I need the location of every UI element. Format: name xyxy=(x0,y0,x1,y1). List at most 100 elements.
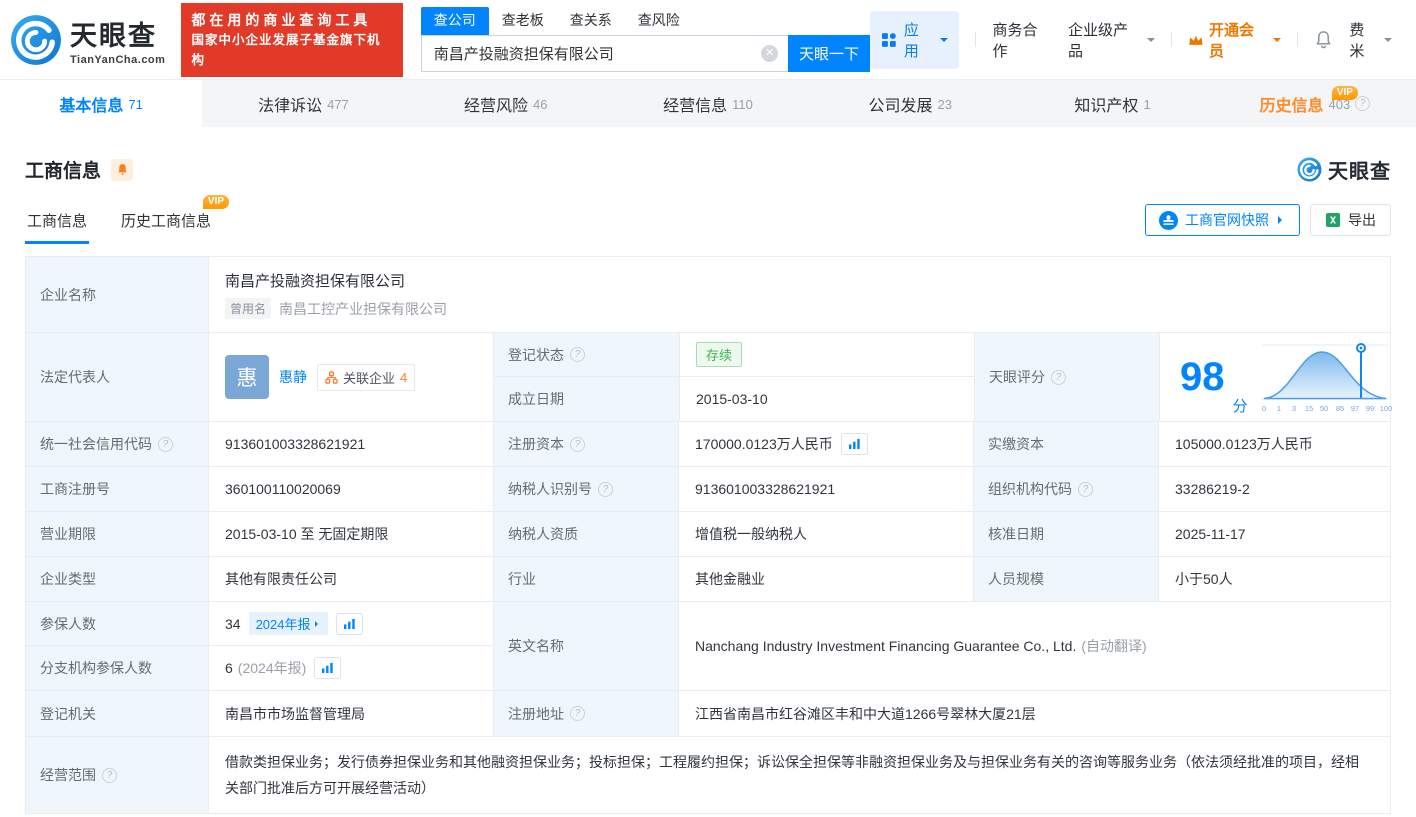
status-badge: 存续 xyxy=(696,342,743,367)
table-row-uscc: 统一社会信用代码 913601003328621921 注册资本 170000.… xyxy=(26,422,1390,467)
site-header: 天眼查 TianYanCha.com 都在用的商业查询工具 国家中小企业发展子基… xyxy=(0,0,1416,80)
english-name-label: 英文名称 xyxy=(493,602,678,690)
term-label: 营业期限 xyxy=(26,512,208,556)
tab-legal-litigation[interactable]: 法律诉讼 477 xyxy=(202,80,404,127)
tab-operation-risk[interactable]: 经营风险 46 xyxy=(405,80,607,127)
paid-capital-label: 实缴资本 xyxy=(973,422,1158,466)
approve-date-label: 核准日期 xyxy=(973,512,1158,556)
search-tab-boss[interactable]: 查老板 xyxy=(489,7,557,35)
tab-operation-info[interactable]: 经营信息 110 xyxy=(607,80,809,127)
english-name-value: Nanchang Industry Investment Financing G… xyxy=(678,602,1390,690)
table-row-insured: 参保人数 34 2024年报 英文名称 Nanchang Industry In… xyxy=(26,602,1390,691)
subtab-business-info[interactable]: 工商信息 xyxy=(25,204,90,244)
business-info-table: 企业名称 南昌产投融资担保有限公司 曾用名 南昌工控产业担保有限公司 法定代表人… xyxy=(25,256,1392,814)
help-icon[interactable] xyxy=(570,436,585,452)
industry-label: 行业 xyxy=(493,557,678,601)
tianyancha-watermark-icon xyxy=(1297,157,1322,182)
tab-company-development[interactable]: 公司发展 23 xyxy=(809,80,1011,127)
related-companies-badge[interactable]: 关联企业 4 xyxy=(317,363,416,391)
watermark-logo: 天眼查 xyxy=(1297,155,1391,184)
apps-menu[interactable]: 应用 xyxy=(870,10,960,69)
former-name-value: 南昌工控产业担保有限公司 xyxy=(279,300,448,317)
table-row-scope: 经营范围 借款类担保业务；发行债券担保业务和其他融资担保业务；投标担保；工程履约… xyxy=(26,737,1390,813)
company-type-label: 企业类型 xyxy=(26,557,208,601)
help-icon[interactable] xyxy=(1355,96,1371,112)
legal-rep-link[interactable]: 惠静 xyxy=(279,367,307,387)
help-icon[interactable] xyxy=(570,706,585,721)
svg-text:1: 1 xyxy=(1276,404,1280,413)
divider xyxy=(975,32,977,48)
reg-status-label: 登记状态 xyxy=(494,333,679,377)
chevron-right-icon xyxy=(314,620,321,627)
industry-value: 其他金融业 xyxy=(678,557,973,601)
help-icon[interactable] xyxy=(1078,481,1093,497)
official-snapshot-button[interactable]: 工商官网快照 xyxy=(1145,204,1300,236)
chevron-down-icon xyxy=(1147,38,1156,46)
page: 天眼查 TianYanCha.com 都在用的商业查询工具 国家中小企业发展子基… xyxy=(0,0,1416,817)
search-tab-risk[interactable]: 查风险 xyxy=(625,7,693,35)
taxpayer-id-label: 纳税人识别号 xyxy=(493,467,678,511)
tab-intellectual-property[interactable]: 知识产权 1 xyxy=(1011,80,1213,127)
svg-text:50: 50 xyxy=(1319,404,1327,413)
chevron-down-icon xyxy=(1273,38,1282,46)
help-icon[interactable] xyxy=(102,767,117,783)
legal-rep-avatar[interactable]: 惠 xyxy=(225,355,269,399)
help-icon[interactable] xyxy=(1051,369,1066,385)
legal-rep-label: 法定代表人 xyxy=(26,333,208,421)
staff-size-value: 小于50人 xyxy=(1158,557,1390,601)
svg-text:3: 3 xyxy=(1291,404,1295,413)
approve-date-value: 2025-11-17 xyxy=(1158,512,1390,556)
company-type-value: 其他有限责任公司 xyxy=(208,557,493,601)
help-icon[interactable] xyxy=(158,436,173,452)
insured-trend-icon[interactable] xyxy=(335,612,363,635)
chevron-down-icon xyxy=(940,38,949,46)
clear-search-icon[interactable] xyxy=(761,45,779,63)
help-icon[interactable] xyxy=(598,481,613,497)
brand-name: 天眼查 xyxy=(70,20,157,51)
username: 费米 xyxy=(1349,21,1365,60)
divider xyxy=(1171,32,1173,48)
help-icon[interactable] xyxy=(570,347,585,362)
main-tab-bar: 基本信息 71 法律诉讼 477 经营风险 46 经营信息 110 公司发展 2… xyxy=(0,79,1416,127)
tab-basic-info[interactable]: 基本信息 71 xyxy=(0,80,203,127)
monitor-bell-icon[interactable] xyxy=(111,158,134,181)
svg-text:99: 99 xyxy=(1365,404,1373,413)
paid-capital-value: 105000.0123万人民币 xyxy=(1158,422,1390,466)
user-menu[interactable]: 费米 xyxy=(1349,19,1392,61)
notification-bell-icon[interactable] xyxy=(1314,30,1333,49)
reg-capital-label: 注册资本 xyxy=(493,422,678,466)
search-tab-relation[interactable]: 查关系 xyxy=(557,7,625,35)
company-name-value: 南昌产投融资担保有限公司 xyxy=(225,273,406,290)
nav-open-vip[interactable]: 开通会员 xyxy=(1188,19,1282,61)
tab-history-info[interactable]: VIP 历史信息 403 xyxy=(1214,80,1416,127)
search-button[interactable]: 天眼一下 xyxy=(788,35,871,73)
search-tab-company[interactable]: 查公司 xyxy=(420,7,489,36)
insured-label: 参保人数 xyxy=(26,602,208,646)
score-distribution-chart: 0 1 3 15 50 85 97 99 100 xyxy=(1261,343,1392,413)
taxpayer-quality-label: 纳税人资质 xyxy=(493,512,678,556)
subtab-history-business-info[interactable]: VIP 历史工商信息 xyxy=(119,195,230,244)
subtab-bar: 工商信息 VIP 历史工商信息 xyxy=(25,195,230,244)
watermark-text: 天眼查 xyxy=(1328,161,1391,183)
scope-value: 借款类担保业务；发行债券担保业务和其他融资担保业务；投标担保；工程履约担保；诉讼… xyxy=(208,737,1390,813)
branch-insured-trend-icon[interactable] xyxy=(314,657,342,679)
search-input[interactable] xyxy=(421,45,762,63)
uscc-label: 统一社会信用代码 xyxy=(26,422,208,466)
vip-badge: VIP xyxy=(1331,86,1358,101)
stamp-icon xyxy=(1159,210,1178,230)
export-button[interactable]: 导出 xyxy=(1310,204,1391,236)
chevron-right-icon xyxy=(1278,216,1286,224)
nav-enterprise-products[interactable]: 企业级产品 xyxy=(1068,19,1156,61)
svg-text:0: 0 xyxy=(1261,404,1265,413)
app-grid-icon xyxy=(882,32,896,47)
org-code-value: 33286219-2 xyxy=(1158,467,1390,511)
brand-logo[interactable]: 天眼查 TianYanCha.com xyxy=(10,14,165,66)
apps-label: 应用 xyxy=(903,21,919,60)
svg-text:85: 85 xyxy=(1335,404,1343,413)
auto-translate-note: (自动翻译) xyxy=(1081,638,1147,654)
nav-business-cooperation[interactable]: 商务合作 xyxy=(992,19,1051,61)
annual-report-badge[interactable]: 2024年报 xyxy=(248,612,328,635)
search-tabs: 查公司 查老板 查关系 查风险 xyxy=(420,7,870,36)
capital-trend-icon[interactable] xyxy=(840,433,868,455)
establish-date-value: 2015-03-10 xyxy=(679,377,974,421)
